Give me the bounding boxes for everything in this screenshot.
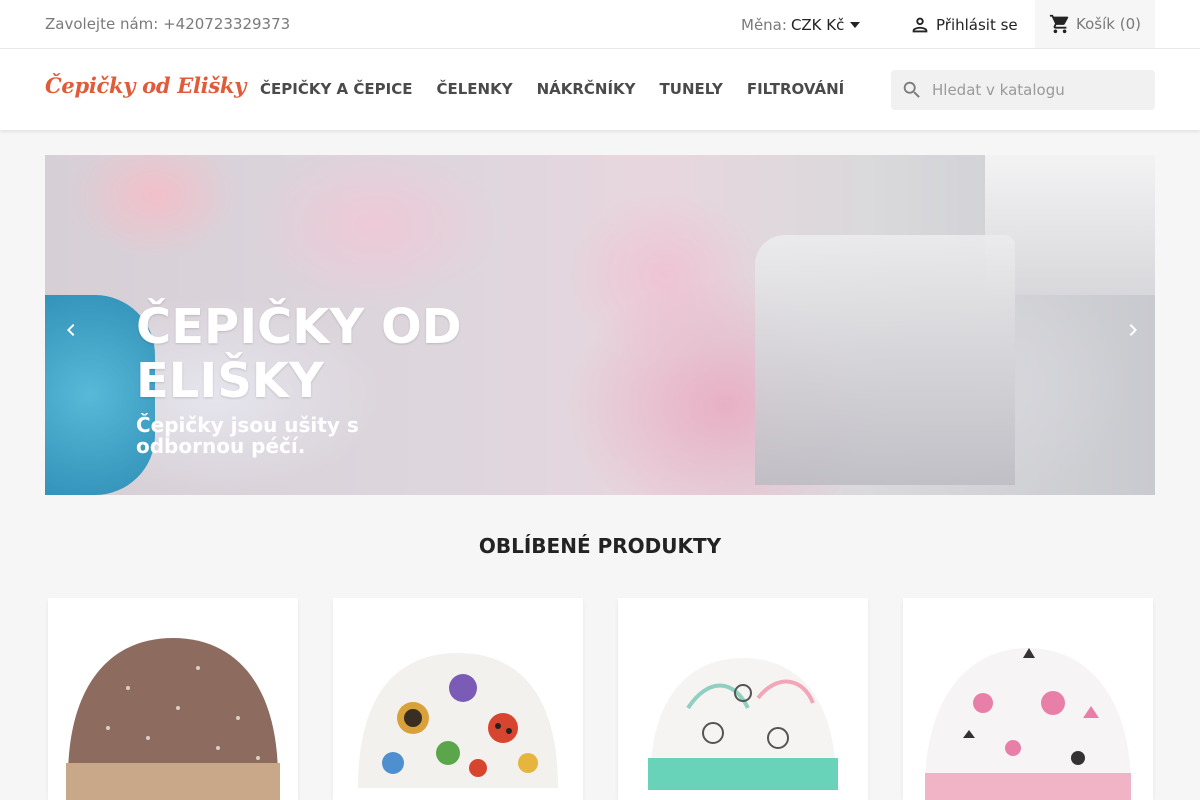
- currency-label: Měna:: [741, 16, 787, 34]
- nav-item-celenky[interactable]: ČELENKY: [436, 80, 512, 98]
- product-image-princess-hat: [925, 648, 1131, 800]
- main-navigation: ČEPIČKY A ČEPICE ČELENKY NÁKRČNÍKY TUNEL…: [260, 80, 868, 98]
- site-logo[interactable]: Čepičky od Elišky: [45, 73, 246, 98]
- product-image-bugs-hat: [358, 653, 558, 788]
- top-bar: Zavolejte nám: +420723329373 Měna: CZK K…: [0, 0, 1200, 49]
- contact-phone: Zavolejte nám: +420723329373: [45, 15, 291, 33]
- hero-title: ČEPIČKY OD ELIŠKY: [136, 299, 462, 409]
- product-card[interactable]: [48, 598, 298, 800]
- nav-item-filtrovani[interactable]: FILTROVÁNÍ: [747, 80, 844, 98]
- cart-label[interactable]: Košík (0): [1076, 15, 1141, 33]
- search-box: [891, 70, 1155, 110]
- currency-value[interactable]: CZK Kč: [791, 16, 844, 34]
- cart-button[interactable]: Košík (0): [1035, 0, 1155, 48]
- product-image-snail-hat: [648, 658, 838, 790]
- chevron-left-icon[interactable]: [61, 320, 81, 340]
- user-icon: [912, 17, 928, 33]
- hero-subtitle: Čepičky jsou ušity s odbornou péčí.: [136, 413, 359, 458]
- nav-item-nakrcniky[interactable]: NÁKRČNÍKY: [537, 80, 636, 98]
- product-card[interactable]: [618, 598, 868, 800]
- login-label[interactable]: Přihlásit se: [936, 16, 1018, 34]
- product-image-brown-hat: [66, 638, 280, 800]
- search-icon[interactable]: [901, 79, 923, 101]
- sewing-machine-image: [755, 235, 1015, 485]
- main-header: Čepičky od Elišky ČEPIČKY A ČEPICE ČELEN…: [0, 49, 1200, 130]
- login-link[interactable]: Přihlásit se: [909, 14, 1018, 36]
- product-card[interactable]: [903, 598, 1153, 800]
- search-input[interactable]: [932, 81, 1142, 99]
- product-card[interactable]: [333, 598, 583, 800]
- chevron-right-icon[interactable]: [1123, 320, 1143, 340]
- hero-slider[interactable]: ČEPIČKY OD ELIŠKY Čepičky jsou ušity s o…: [45, 155, 1155, 495]
- nav-item-cepicky[interactable]: ČEPIČKY A ČEPICE: [260, 80, 412, 98]
- nav-item-tunely[interactable]: TUNELY: [660, 80, 723, 98]
- shopping-cart-icon: [1049, 14, 1069, 34]
- currency-selector[interactable]: Měna: CZK Kč: [741, 16, 861, 34]
- caret-down-icon[interactable]: [850, 22, 861, 28]
- section-title: OBLÍBENÉ PRODUKTY: [478, 534, 722, 558]
